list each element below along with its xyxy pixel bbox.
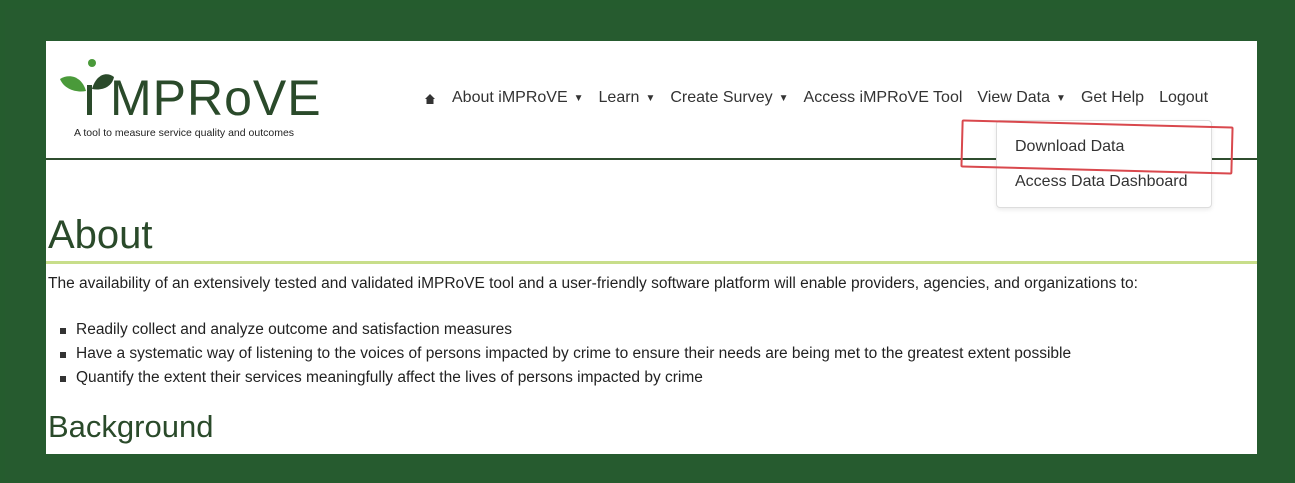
title-underline [46, 261, 1257, 264]
nav-create-survey-label: Create Survey [670, 89, 773, 106]
section-heading-background: Background [48, 409, 214, 444]
benefits-list: Readily collect and analyze outcome and … [60, 318, 1071, 390]
browser-page: MPRoVE A tool to measure service quality… [46, 41, 1257, 454]
home-icon[interactable] [424, 93, 436, 105]
nav-learn-label: Learn [598, 89, 640, 106]
highlight-annotation [960, 119, 1234, 175]
list-item: Have a systematic way of listening to th… [60, 342, 1071, 366]
nav-logout[interactable]: Logout [1159, 89, 1208, 107]
caret-down-icon: ▼ [778, 92, 789, 104]
nav-create-survey[interactable]: Create Survey ▼ [670, 89, 788, 107]
nav-about-label: About iMPRoVE [452, 89, 568, 106]
page-title: About [48, 213, 153, 257]
nav-about[interactable]: About iMPRoVE ▼ [452, 89, 584, 107]
main-nav: About iMPRoVE ▼ Learn ▼ Create Survey ▼ … [424, 89, 1208, 107]
list-item: Quantify the extent their services meani… [60, 366, 1071, 390]
nav-learn[interactable]: Learn ▼ [599, 89, 656, 107]
dropdown-item-access-dashboard[interactable]: Access Data Dashboard [1015, 173, 1188, 191]
nav-view-data-label: View Data [977, 89, 1051, 106]
intro-paragraph: The availability of an extensively teste… [48, 275, 1138, 292]
nav-get-help[interactable]: Get Help [1081, 89, 1144, 107]
caret-down-icon: ▼ [645, 92, 656, 104]
logo-text: MPRoVE [110, 70, 322, 126]
nav-access-tool-label: Access iMPRoVE Tool [803, 89, 963, 106]
caret-down-icon: ▼ [573, 92, 584, 104]
nav-access-tool[interactable]: Access iMPRoVE Tool [804, 89, 963, 107]
nav-view-data[interactable]: View Data ▼ [977, 89, 1066, 107]
logo-tagline: A tool to measure service quality and ou… [74, 127, 295, 139]
list-item: Readily collect and analyze outcome and … [60, 318, 1071, 342]
site-logo[interactable]: MPRoVE A tool to measure service quality… [54, 55, 354, 141]
nav-get-help-label: Get Help [1080, 89, 1145, 106]
caret-down-icon: ▼ [1056, 92, 1066, 104]
nav-logout-label: Logout [1159, 89, 1209, 106]
